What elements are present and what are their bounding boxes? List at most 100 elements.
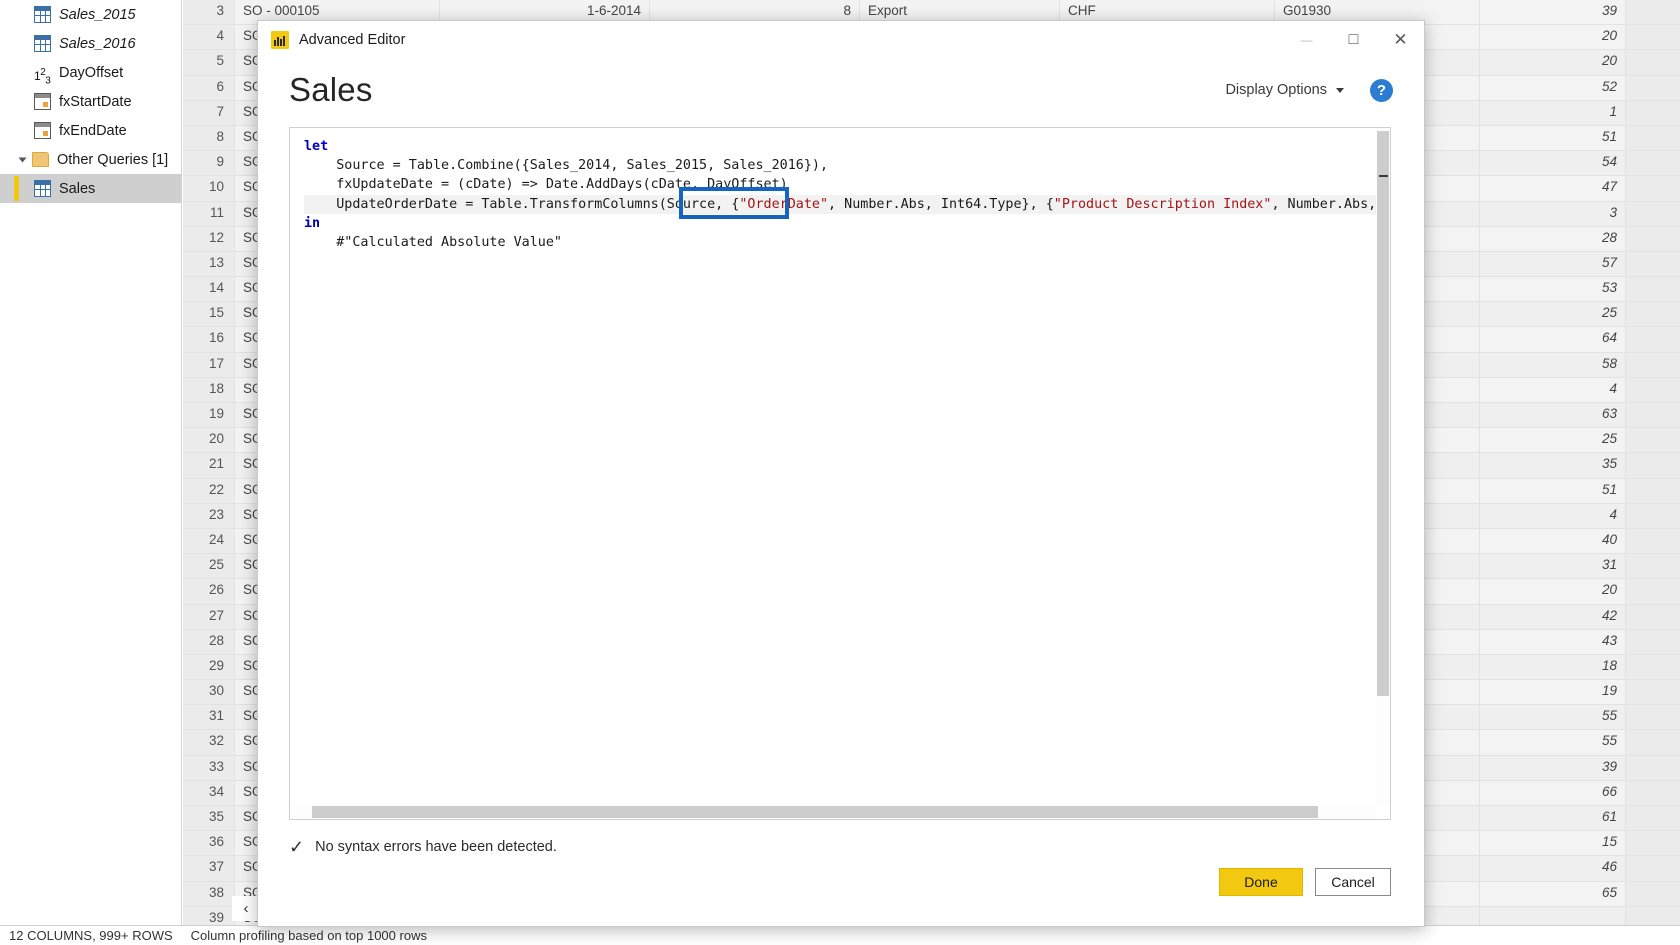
advanced-editor-dialog[interactable]: Advanced Editor — □ ✕ Sales Display Opti… bbox=[257, 20, 1425, 927]
row-index: 24 bbox=[183, 528, 235, 554]
row-index: 28 bbox=[183, 629, 235, 654]
cell-value: 18 bbox=[1480, 654, 1626, 680]
row-index: 22 bbox=[183, 478, 235, 503]
row-index: 3 bbox=[183, 0, 235, 25]
power-bi-icon bbox=[271, 31, 289, 49]
cell-filler bbox=[1626, 831, 1680, 856]
query-item-fxenddate[interactable]: fxEndDate bbox=[0, 116, 181, 145]
cell-value: 57 bbox=[1480, 251, 1626, 277]
cell-filler bbox=[1626, 100, 1680, 125]
calendar-icon bbox=[34, 93, 51, 110]
cell-filler bbox=[1626, 0, 1680, 25]
cell-value: 3 bbox=[1480, 201, 1626, 226]
cell-value: 53 bbox=[1480, 277, 1626, 302]
row-index: 16 bbox=[183, 327, 235, 352]
row-index: 30 bbox=[183, 680, 235, 705]
folder-icon bbox=[32, 152, 49, 167]
query-item-sales[interactable]: Sales bbox=[0, 174, 181, 203]
cell-filler bbox=[1626, 629, 1680, 654]
cell-filler bbox=[1626, 730, 1680, 755]
query-item-label: Sales bbox=[59, 180, 96, 197]
minimize-icon[interactable]: — bbox=[1283, 21, 1330, 59]
cell-value: 31 bbox=[1480, 554, 1626, 579]
scrollbar-thumb[interactable] bbox=[1377, 131, 1389, 696]
cell-filler bbox=[1626, 75, 1680, 100]
code-line-result: #"Calculated Absolute Value" bbox=[304, 235, 562, 251]
chevron-expanded-icon[interactable] bbox=[18, 157, 27, 163]
cell-filler bbox=[1626, 881, 1680, 906]
m-code-editor[interactable]: let Source = Table.Combine({Sales_2014, … bbox=[290, 128, 1376, 805]
row-index: 26 bbox=[183, 579, 235, 604]
cell-value: 65 bbox=[1480, 881, 1626, 906]
maximize-icon[interactable]: □ bbox=[1330, 21, 1377, 59]
calendar-icon bbox=[34, 122, 51, 139]
syntax-status-text: No syntax errors have been detected. bbox=[315, 839, 557, 855]
cell-value: 25 bbox=[1480, 302, 1626, 327]
cell-filler bbox=[1626, 302, 1680, 327]
code-editor-container[interactable]: let Source = Table.Combine({Sales_2014, … bbox=[289, 127, 1391, 820]
cell-filler bbox=[1626, 251, 1680, 277]
done-button[interactable]: Done bbox=[1219, 867, 1303, 896]
cell-filler bbox=[1626, 579, 1680, 604]
row-index: 13 bbox=[183, 251, 235, 277]
code-vertical-scrollbar[interactable] bbox=[1376, 128, 1390, 805]
cell-filler bbox=[1626, 780, 1680, 805]
cell-value: 52 bbox=[1480, 75, 1626, 100]
query-item-sales-2016[interactable]: Sales_2016 bbox=[0, 29, 181, 58]
cell-value: 58 bbox=[1480, 352, 1626, 377]
close-icon[interactable]: ✕ bbox=[1377, 21, 1424, 59]
row-index: 7 bbox=[183, 100, 235, 125]
cell-value: 46 bbox=[1480, 856, 1626, 881]
dialog-title-bar[interactable]: Advanced Editor — □ ✕ bbox=[258, 21, 1424, 59]
table-icon bbox=[34, 180, 51, 197]
row-index: 23 bbox=[183, 503, 235, 528]
code-line-fxupdatedate: fxUpdateDate = (cDate) => Date.AddDays(c… bbox=[304, 177, 788, 193]
code-horizontal-scrollbar[interactable] bbox=[290, 805, 1376, 819]
cell-value: 4 bbox=[1480, 503, 1626, 528]
query-item-dayoffset[interactable]: 123 DayOffset bbox=[0, 58, 181, 87]
row-index: 37 bbox=[183, 856, 235, 881]
row-index: 36 bbox=[183, 831, 235, 856]
status-profiling: Column profiling based on top 1000 rows bbox=[190, 928, 427, 943]
help-circle-icon[interactable]: ? bbox=[1370, 78, 1393, 102]
display-options-dropdown[interactable]: Display Options bbox=[1225, 82, 1344, 98]
row-index: 20 bbox=[183, 428, 235, 453]
grid-prev-page-button[interactable]: ‹ bbox=[232, 896, 260, 921]
cell-filler bbox=[1626, 604, 1680, 629]
cell-value: 39 bbox=[1480, 755, 1626, 780]
cancel-button[interactable]: Cancel bbox=[1315, 867, 1391, 896]
row-index: 25 bbox=[183, 554, 235, 579]
dialog-header: Sales Display Options ? bbox=[258, 59, 1424, 121]
status-columns-rows: 12 COLUMNS, 999+ ROWS bbox=[9, 928, 173, 943]
code-line-updateorderdate: UpdateOrderDate = Table.TransformColumns… bbox=[304, 194, 1376, 214]
dialog-title: Advanced Editor bbox=[299, 32, 406, 48]
row-index: 4 bbox=[183, 25, 235, 50]
query-item-sales-2015[interactable]: Sales_2015 bbox=[0, 0, 181, 29]
cell-filler bbox=[1626, 125, 1680, 151]
code-keyword-in: in bbox=[304, 215, 321, 231]
cell-filler bbox=[1626, 327, 1680, 352]
cell-value: 51 bbox=[1480, 478, 1626, 503]
cell-value: 40 bbox=[1480, 528, 1626, 554]
syntax-status-row: ✓ No syntax errors have been detected. bbox=[258, 820, 1424, 862]
cell-filler bbox=[1626, 755, 1680, 780]
cell-filler bbox=[1626, 503, 1680, 528]
row-index: 32 bbox=[183, 730, 235, 755]
cell-value: 20 bbox=[1480, 25, 1626, 50]
cell-filler bbox=[1626, 403, 1680, 428]
cell-value: 42 bbox=[1480, 604, 1626, 629]
scrollbar-thumb[interactable] bbox=[312, 806, 1318, 818]
query-item-label: DayOffset bbox=[59, 64, 124, 81]
query-group-other-queries[interactable]: Other Queries [1] bbox=[0, 145, 181, 174]
query-item-fxstartdate[interactable]: fxStartDate bbox=[0, 87, 181, 116]
dialog-footer: Done Cancel bbox=[258, 862, 1424, 926]
cell-filler bbox=[1626, 453, 1680, 478]
row-index: 8 bbox=[183, 125, 235, 151]
cell-filler bbox=[1626, 705, 1680, 730]
cell-filler bbox=[1626, 554, 1680, 579]
queries-pane: Sales_2015 Sales_2016 123 DayOffset fxSt… bbox=[0, 0, 182, 925]
cell-value: 20 bbox=[1480, 579, 1626, 604]
table-icon bbox=[34, 6, 51, 23]
cell-value: 47 bbox=[1480, 176, 1626, 201]
cell-filler bbox=[1626, 50, 1680, 75]
